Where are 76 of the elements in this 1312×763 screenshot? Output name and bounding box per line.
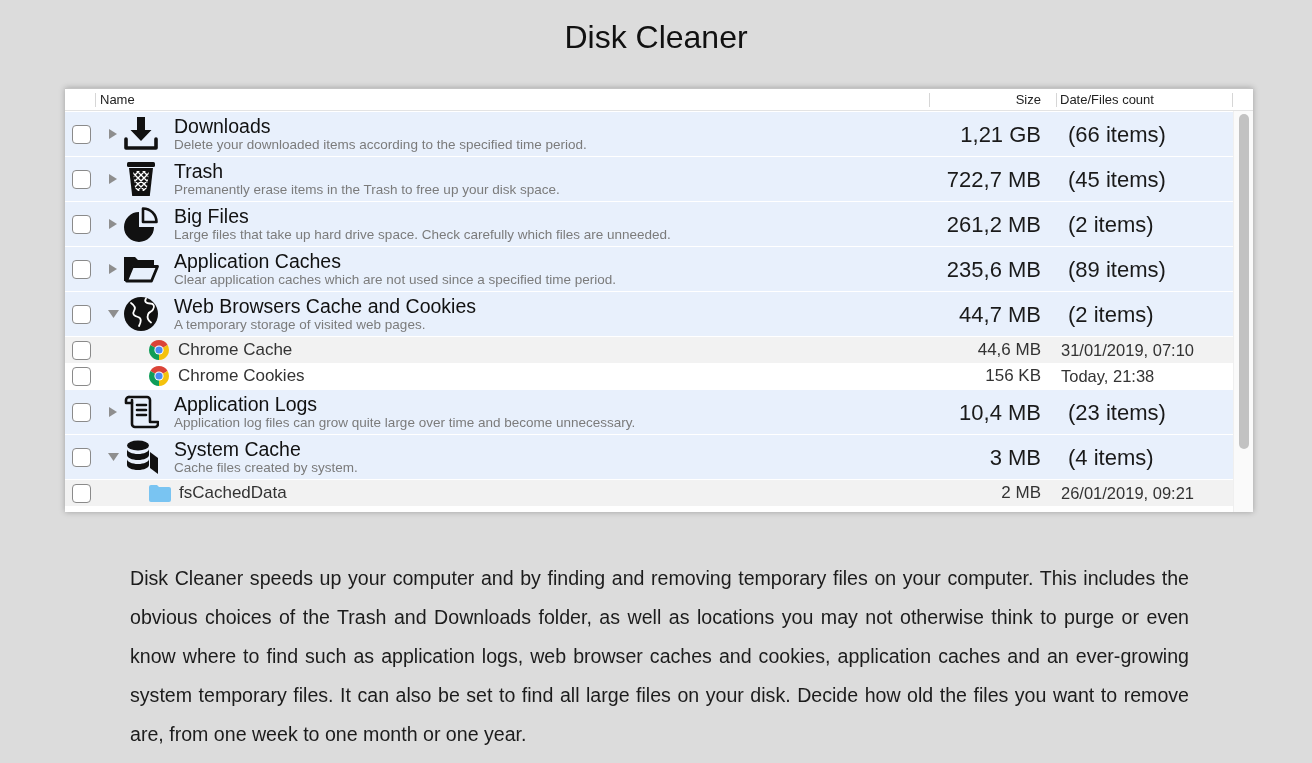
size-text: 722,7 MB xyxy=(946,166,1041,192)
category-title: Application Logs xyxy=(174,393,319,415)
category-row[interactable]: Big Files Large files that take up hard drive space. Check carefully which files are unneeded. 261,2 MB (2 items) xyxy=(65,202,1233,246)
item-count: (4 items) xyxy=(1068,444,1154,470)
folder-icon xyxy=(149,484,171,502)
size-text: 261,2 MB xyxy=(946,211,1041,237)
file-row[interactable]: Chrome Cache 44,6 MB 31/01/2019, 07:10 xyxy=(65,337,1233,363)
category-title: System Cache xyxy=(174,438,302,460)
category-description: Application log files can grow quite large over time and become unnecessary. xyxy=(174,415,636,431)
category-title: Trash xyxy=(174,160,225,182)
category-title: Web Browsers Cache and Cookies xyxy=(174,295,477,317)
modified-date: Today, 21:38 xyxy=(1061,366,1155,385)
disclosure-triangle-icon[interactable] xyxy=(109,407,117,417)
file-name: Chrome Cookies xyxy=(178,365,305,388)
download-icon xyxy=(123,116,159,152)
item-count: (23 items) xyxy=(1068,399,1166,425)
file-row[interactable]: fsCachedData 2 MB 26/01/2019, 09:21 xyxy=(65,480,1233,506)
scroll-icon xyxy=(123,394,159,430)
column-header[interactable]: Size xyxy=(1015,89,1041,110)
category-title: Big Files xyxy=(174,205,250,227)
checkbox[interactable] xyxy=(72,340,91,360)
file-name: Chrome Cache xyxy=(178,339,293,362)
category-row[interactable]: Downloads Delete your downloaded items according to the specified time period. 1,21 GB (66 items) xyxy=(65,112,1233,156)
checkbox[interactable] xyxy=(72,214,91,234)
size-text: 10,4 MB xyxy=(959,399,1041,425)
category-title: Downloads xyxy=(174,115,272,137)
file-size: 44,6 MB xyxy=(977,340,1041,360)
column-header[interactable]: Date/Files count xyxy=(1060,89,1154,110)
file-size: 156 KB xyxy=(985,366,1041,386)
category-row[interactable]: Application Caches Clear application caches which are not used since a specified time period. 235,6 MB (89 items) xyxy=(65,247,1233,291)
file-name: fsCachedData xyxy=(179,482,287,505)
disclosure-triangle-icon[interactable] xyxy=(108,453,119,461)
size-text: 1,21 GB xyxy=(960,121,1041,147)
category-title: Application Caches xyxy=(174,250,342,272)
modified-date: 26/01/2019, 09:21 xyxy=(1061,483,1195,502)
disclosure-triangle-icon[interactable] xyxy=(109,264,117,274)
column-header[interactable]: Name xyxy=(100,89,135,110)
checkbox[interactable] xyxy=(72,402,91,422)
checkbox[interactable] xyxy=(72,169,91,189)
category-row[interactable]: Web Browsers Cache and Cookies A temporary storage of visited web pages. 44,7 MB (2 items) xyxy=(65,292,1233,336)
checkbox[interactable] xyxy=(72,124,91,144)
pie-chart-icon xyxy=(123,206,159,242)
category-row[interactable]: Trash Premanently erase items in the Trash to free up your disk space. 722,7 MB (45 items) xyxy=(65,157,1233,201)
size-text: 235,6 MB xyxy=(946,256,1041,282)
size-text: 44,7 MB xyxy=(959,301,1041,327)
checkbox[interactable] xyxy=(72,304,91,324)
intro-paragraph: Disk Cleaner speeds up your computer and by finding and removing temporary files on your computer. This includes the obvious choices of the Trash and Downloads folder, as well as locations you may not otherwise think to purge or even know where to find such as application logs, web browser caches and cookies, application caches and an ever-growing system temporary files. It can also be set to find all large files on your disk. Decide how old the files you want to remove are, from one week to one month or one year. xyxy=(130,566,1189,747)
disclosure-triangle-icon[interactable] xyxy=(109,219,117,229)
item-count: (2 items) xyxy=(1068,211,1154,237)
browser-icon xyxy=(149,366,169,386)
browser-icon xyxy=(149,340,169,360)
page-title: Disk Cleaner xyxy=(563,18,749,57)
checkbox[interactable] xyxy=(72,366,91,386)
category-description: A temporary storage of visited web pages. xyxy=(174,317,427,333)
checkbox[interactable] xyxy=(72,483,91,503)
checkbox[interactable] xyxy=(72,259,91,279)
item-count: (66 items) xyxy=(1068,121,1166,147)
category-description: Delete your downloaded items according to the specified time period. xyxy=(174,137,587,153)
category-description: Cache files created by system. xyxy=(174,460,358,476)
category-description: Premanently erase items in the Trash to free up your disk space. xyxy=(174,182,560,198)
file-size: 2 MB xyxy=(1001,483,1041,503)
disclosure-triangle-icon[interactable] xyxy=(108,310,119,318)
disclosure-triangle-icon[interactable] xyxy=(109,129,117,139)
category-description: Large files that take up hard drive space. Check carefully which files are unneeded. xyxy=(174,227,671,243)
item-count: (45 items) xyxy=(1068,166,1166,192)
checkbox[interactable] xyxy=(72,447,91,467)
modified-date: 31/01/2019, 07:10 xyxy=(1061,340,1195,359)
globe-icon xyxy=(123,296,159,332)
disclosure-triangle-icon[interactable] xyxy=(109,174,117,184)
item-count: (2 items) xyxy=(1068,301,1154,327)
category-description: Clear application caches which are not used since a specified time period. xyxy=(174,272,616,288)
category-row[interactable]: System Cache Cache files created by system. 3 MB (4 items) xyxy=(65,435,1233,479)
scrollbar-thumb[interactable] xyxy=(1239,114,1249,449)
size-text: 3 MB xyxy=(989,444,1041,470)
item-count: (89 items) xyxy=(1068,256,1166,282)
category-row[interactable]: Application Logs Application log files can grow quite large over time and become unnecessary. 10,4 MB (23 items) xyxy=(65,390,1233,434)
